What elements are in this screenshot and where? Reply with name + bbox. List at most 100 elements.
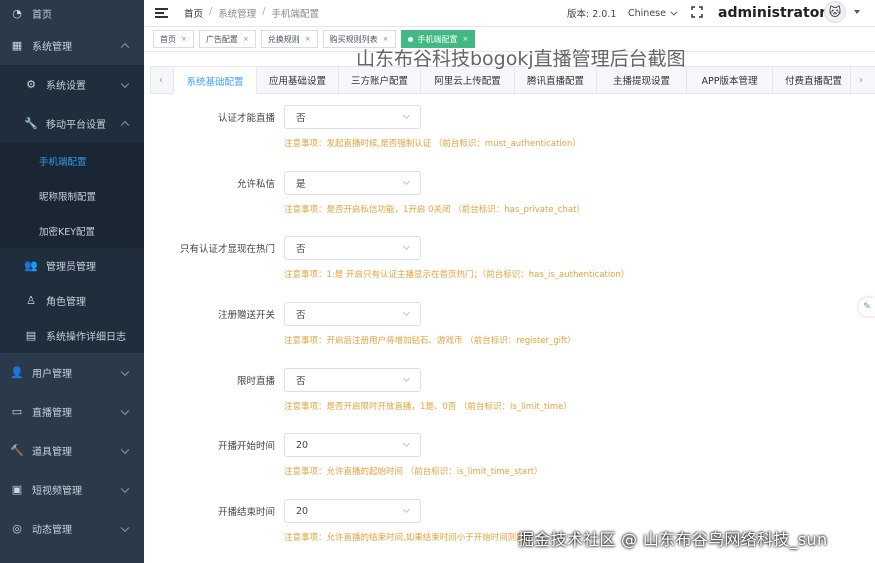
form-row: 注册赠送开关 否: [150, 302, 875, 326]
sidebar-item-label: 移动平台设置: [46, 120, 106, 131]
chevron-down-icon: [402, 111, 411, 120]
tag-exchange-rules[interactable]: 兑换规则 ×: [260, 30, 318, 48]
sidebar-item-roles[interactable]: ♙ 角色管理: [0, 283, 144, 318]
sidebar-item-encrypt-key[interactable]: 加密KEY配置: [0, 213, 144, 248]
select-value: 否: [296, 244, 306, 255]
film-icon: ▣: [11, 483, 23, 496]
sidebar-item-users[interactable]: 👤 用户管理: [0, 353, 144, 392]
tab-scroll-right-icon[interactable]: ›: [851, 67, 871, 93]
form-note: 注意事项：是否开启限时开放直播，1是、0否 （前台标识：is_limit_tim…: [284, 402, 572, 412]
avatar[interactable]: 🐱: [824, 1, 846, 23]
select-value: 是: [296, 179, 306, 190]
gavel-icon: 🔨: [10, 444, 24, 457]
chevron-down-icon: [402, 308, 411, 317]
sidebar-item-system-settings[interactable]: ⚙ 系统设置: [0, 65, 144, 104]
sidebar-item-label: 道具管理: [32, 447, 72, 458]
sidebar-item-home[interactable]: ◔ 首页: [0, 0, 144, 26]
chevron-down-icon: [402, 439, 411, 448]
tab-scroll-left-icon[interactable]: ‹: [151, 67, 171, 93]
select-value: 否: [296, 113, 306, 124]
form-note: 注意事项：开启后注册用户将增加钻石、游戏币 （前台标识：register_gif…: [284, 336, 576, 346]
dashboard-icon: ◔: [12, 6, 22, 20]
chevron-down-icon: [402, 505, 411, 514]
breadcrumb-separator: /: [209, 6, 213, 17]
tag-label: 首页: [160, 34, 176, 44]
sidebar-item-label: 加密KEY配置: [39, 226, 96, 238]
caret-down-icon[interactable]: [854, 10, 860, 14]
hot-authentication-select[interactable]: 否: [284, 236, 421, 260]
chevron-down-icon: [120, 367, 130, 376]
chevron-down-icon: [402, 374, 411, 383]
floating-assistant-icon[interactable]: ✎: [859, 298, 875, 316]
tab-basic-config[interactable]: 系统基础配置: [173, 67, 257, 94]
form-label: 注册赠送开关: [217, 310, 275, 321]
chevron-down-icon: [402, 242, 411, 251]
form-note: 注意事项：1:是 开启只有认证主播显示在首页热门；（前台标识：has_is_au…: [284, 270, 630, 280]
sidebar-item-mobile-platform[interactable]: 🔧 移动平台设置: [0, 104, 144, 143]
limit-time-start-select[interactable]: 20: [284, 433, 421, 457]
form-row: 允许私信 是: [150, 171, 875, 195]
sidebar-item-short-video[interactable]: ▣ 短视频管理: [0, 470, 144, 509]
gear-icon: ⚙: [26, 78, 36, 91]
tab-app-settings[interactable]: 应用基础设置: [257, 67, 339, 93]
sidebar-item-label: 首页: [32, 9, 52, 21]
register-gift-select[interactable]: 否: [284, 302, 421, 326]
sidebar-item-system[interactable]: ▦ 系统管理: [0, 26, 144, 65]
limit-time-select[interactable]: 否: [284, 368, 421, 392]
form-label: 认证才能直播: [217, 113, 275, 124]
watermark-bottom: 掘金技术社区 @ 山东布谷鸟网络科技_sun: [518, 530, 828, 549]
tag-home[interactable]: 首页 ×: [153, 30, 194, 48]
username[interactable]: administrator: [718, 5, 826, 21]
users-icon: 👥: [24, 259, 38, 272]
chevron-down-icon: [120, 406, 130, 415]
sidebar-item-mobile-config[interactable]: 手机端配置: [0, 143, 144, 178]
tab-paid-live[interactable]: 付费直播配置: [773, 67, 851, 93]
form-note: 注意事项：是否开启私信功能，1开启 0关闭 （前台标识：has_private_…: [284, 205, 585, 215]
form-row: 开播结束时间 20: [150, 499, 875, 523]
breadcrumb-item: 手机端配置: [271, 9, 319, 20]
breadcrumb-item[interactable]: 首页: [184, 6, 203, 20]
select-value: 否: [296, 310, 306, 321]
sidebar-item-live[interactable]: ▭ 直播管理: [0, 392, 144, 431]
chevron-up-icon: [120, 42, 130, 51]
form-note: 注意事项：发起直播时候,是否强制认证 （前台标识：must_authentica…: [284, 139, 581, 149]
form-row: 认证才能直播 否: [150, 105, 875, 129]
sidebar-item-label: 管理员管理: [46, 262, 96, 273]
sidebar-item-label: 用户管理: [32, 369, 72, 380]
sidebar-item-logs[interactable]: ▤ 系统操作详细日志: [0, 318, 144, 353]
sidebar-item-nickname-limit[interactable]: 昵称限制配置: [0, 178, 144, 213]
form-label: 限时直播: [236, 376, 275, 387]
hamburger-icon[interactable]: [155, 8, 168, 18]
sidebar-item-dynamic[interactable]: ◎ 动态管理: [0, 509, 144, 548]
sidebar-item-props[interactable]: 🔨 道具管理: [0, 431, 144, 470]
sidebar-item-admin[interactable]: 👥 管理员管理: [0, 248, 144, 283]
close-icon[interactable]: ×: [383, 35, 389, 43]
tab-app-version[interactable]: APP版本管理: [687, 67, 773, 93]
sidebar-item-label: 系统管理: [32, 42, 72, 53]
sidebar-item-label: 动态管理: [32, 525, 72, 536]
form-note: 注意事项：允许直播的结束时间,如果结束时间小于开始时间则跨天: [284, 533, 534, 543]
limit-time-end-select[interactable]: 20: [284, 499, 421, 523]
top-navbar: 首页 / 系统管理 / 手机端配置 版本: 2.0.1 Chinese admi…: [144, 0, 875, 26]
must-authentication-select[interactable]: 否: [284, 105, 421, 129]
tag-ad-config[interactable]: 广告配置 ×: [198, 30, 256, 48]
close-icon[interactable]: ×: [463, 35, 469, 43]
chevron-down-icon: [670, 8, 678, 16]
compass-icon: ◎: [12, 522, 22, 535]
close-icon[interactable]: ×: [305, 35, 311, 43]
tag-label: 购买规则列表: [329, 34, 378, 44]
breadcrumb-separator: /: [262, 6, 266, 17]
wrench-icon: 🔧: [24, 117, 38, 130]
close-icon[interactable]: ×: [243, 35, 249, 43]
private-chat-select[interactable]: 是: [284, 171, 421, 195]
form-row: 限时直播 否: [150, 368, 875, 392]
language-select[interactable]: Chinese: [628, 8, 678, 19]
select-value: 否: [296, 376, 306, 387]
chevron-down-icon: [120, 484, 130, 493]
sidebar-submenu-mobile: 手机端配置 昵称限制配置 加密KEY配置: [0, 143, 144, 248]
watermark-top: 山东布谷科技bogokj直播管理后台截图: [356, 48, 686, 70]
fullscreen-icon[interactable]: [691, 6, 703, 18]
form-row: 开播开始时间 20: [150, 433, 875, 457]
form-label: 只有认证才显现在热门: [179, 244, 275, 255]
close-icon[interactable]: ×: [181, 35, 187, 43]
